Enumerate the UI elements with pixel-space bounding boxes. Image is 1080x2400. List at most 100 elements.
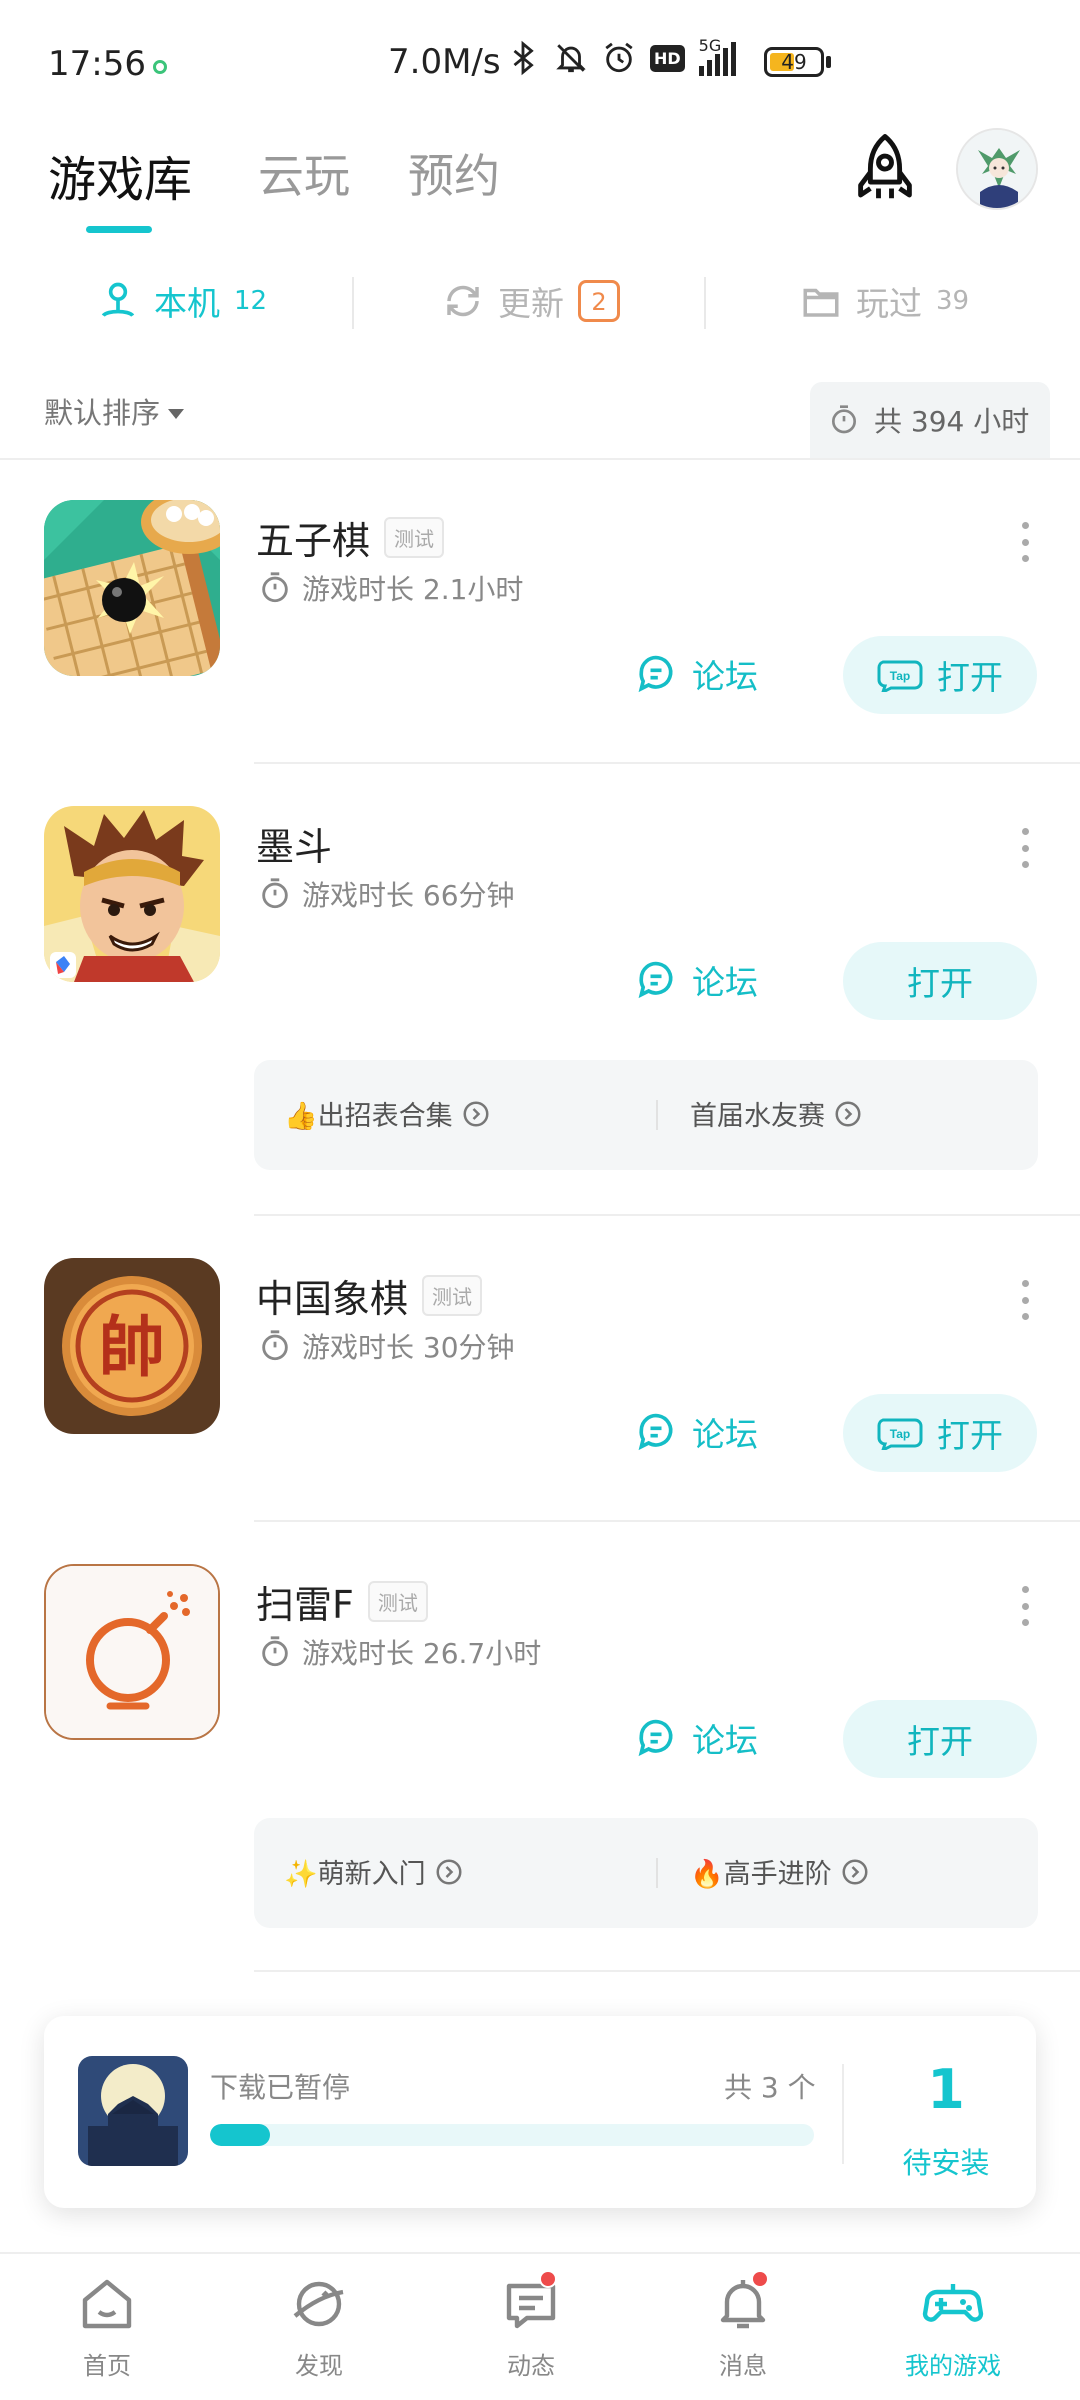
download-progress-fill <box>210 2124 271 2146</box>
nav-my-games[interactable]: 我的游戏 <box>878 2272 1028 2381</box>
nav-home[interactable]: 首页 <box>32 2272 182 2381</box>
chevron-right-circle-icon <box>835 1101 861 1126</box>
strategy-link[interactable]: 👍出招表合集 <box>284 1094 491 1133</box>
alarm-icon <box>605 42 633 73</box>
nav-feed[interactable]: 动态 <box>456 2270 606 2381</box>
open-button[interactable]: 打开 <box>843 942 1037 1020</box>
game-icon-modou[interactable] <box>44 806 220 982</box>
subtab-local[interactable]: 本机 12 <box>96 277 267 325</box>
game-icon-gomoku[interactable] <box>44 500 220 676</box>
nav-discover[interactable]: 发现 <box>244 2272 394 2381</box>
chevron-down-icon <box>168 409 185 419</box>
strategy-link[interactable]: 首届水友赛 <box>690 1094 863 1133</box>
bottom-navigation: 首页 发现 动态 消息 我的游戏 <box>0 2252 1080 2400</box>
svg-text:Tap: Tap <box>890 669 910 683</box>
signal-icon: 5G <box>698 36 736 76</box>
test-tag: 测试 <box>384 517 445 558</box>
more-options-icon[interactable] <box>1020 828 1030 868</box>
svg-text:帥: 帥 <box>99 1309 165 1386</box>
stopwatch-icon <box>262 1636 288 1667</box>
tap-logo-icon: Tap <box>877 660 923 692</box>
game-playtime: 游戏时长 30分钟 <box>258 1326 515 1366</box>
subtab-played[interactable]: 玩过 39 <box>800 277 969 325</box>
tab-active-indicator <box>86 226 152 233</box>
pending-install-count[interactable]: 1 <box>856 2058 1036 2121</box>
forum-button[interactable]: 论坛 <box>634 650 758 698</box>
game-title: 墨斗 <box>256 825 333 869</box>
forum-icon <box>638 1413 673 1451</box>
forum-icon <box>638 655 673 693</box>
status-icons: HD 5G <box>506 36 736 76</box>
open-button[interactable]: 打开 <box>843 1700 1037 1778</box>
open-button[interactable]: Tap 打开 <box>843 636 1037 714</box>
stopwatch-icon <box>832 405 856 434</box>
more-options-icon[interactable] <box>1020 522 1030 562</box>
chevron-right-circle-icon <box>436 1859 462 1884</box>
chevron-right-circle-icon <box>463 1101 489 1126</box>
total-playtime-text: 共 394 小时 <box>874 405 1030 438</box>
forum-icon <box>638 961 673 999</box>
more-options-icon[interactable] <box>1020 1280 1030 1320</box>
discover-icon <box>293 2281 344 2327</box>
strategy-link[interactable]: ✨萌新入门 <box>284 1852 464 1891</box>
sort-dropdown[interactable]: 默认排序 <box>44 390 185 432</box>
status-indicator-icon <box>153 60 167 74</box>
total-playtime: 共 394 小时 <box>810 382 1050 458</box>
tab-reservation[interactable]: 预约 <box>408 140 500 206</box>
game-title: 扫雷F 测试 <box>256 1574 428 1629</box>
subtab-played-label: 玩过 <box>856 284 922 323</box>
subtab-played-count: 39 <box>936 286 970 316</box>
game-playtime: 游戏时长 26.7小时 <box>258 1632 541 1672</box>
open-button[interactable]: Tap 打开 <box>843 1394 1037 1472</box>
forum-button[interactable]: 论坛 <box>634 1408 758 1456</box>
hd-icon: HD <box>650 44 685 72</box>
notification-dot <box>539 2270 557 2288</box>
forum-button[interactable]: 论坛 <box>634 1714 758 1762</box>
sort-label: 默认排序 <box>44 396 161 430</box>
test-tag: 测试 <box>422 1275 483 1316</box>
notification-dot <box>751 2270 769 2288</box>
subtab-local-count: 12 <box>234 286 268 316</box>
home-icon <box>82 2279 132 2329</box>
download-count: 共 3 个 <box>724 2071 816 2104</box>
avatar-image <box>958 130 1036 208</box>
avatar[interactable] <box>956 128 1038 210</box>
test-tag: 测试 <box>367 1581 428 1622</box>
mute-bell-icon <box>556 44 586 73</box>
tab-game-library[interactable]: 游戏库 <box>48 140 192 210</box>
update-count-badge: 2 <box>578 280 620 322</box>
network-type: 5G <box>698 36 722 55</box>
status-bar: 17:56 7.0M/s HD 5G 49 <box>0 0 1080 120</box>
download-manager-card[interactable]: 下载已暂停 共 3 个 1 待安装 <box>44 2016 1036 2208</box>
refresh-icon <box>447 285 479 317</box>
subtab-update-label: 更新 <box>498 284 564 323</box>
gamepad-icon <box>922 2284 984 2322</box>
stopwatch-icon <box>262 572 288 603</box>
game-icon-chinese-chess[interactable]: 帥 <box>44 1258 220 1434</box>
strategy-links: ✨萌新入门 🔥高手进阶 <box>254 1818 1038 1928</box>
library-subtabs: 本机 12 更新 2 玩过 39 <box>0 265 1080 345</box>
stopwatch-icon <box>262 1330 288 1361</box>
game-title: 五子棋 测试 <box>256 510 445 565</box>
bluetooth-icon <box>513 40 534 76</box>
status-time: 17:56 <box>48 44 146 84</box>
game-title: 中国象棋 测试 <box>256 1268 483 1323</box>
rocket-icon[interactable] <box>846 130 924 208</box>
download-game-thumbnail <box>78 2056 188 2166</box>
subtab-update[interactable]: 更新 2 <box>442 277 620 325</box>
nav-messages[interactable]: 消息 <box>668 2270 818 2381</box>
battery-level: 49 <box>781 50 807 74</box>
more-options-icon[interactable] <box>1020 1586 1030 1626</box>
forum-button[interactable]: 论坛 <box>634 956 758 1004</box>
stopwatch-icon <box>262 878 288 909</box>
chevron-right-circle-icon <box>842 1859 868 1884</box>
network-speed: 7.0M/s <box>388 42 501 82</box>
tab-cloud-play[interactable]: 云玩 <box>258 140 350 206</box>
tap-logo-icon: Tap <box>877 1418 923 1450</box>
strategy-links: 👍出招表合集 首届水友赛 <box>254 1060 1038 1170</box>
game-icon-minesweeper[interactable] <box>44 1564 220 1740</box>
strategy-link[interactable]: 🔥高手进阶 <box>690 1852 870 1891</box>
download-progress-bar <box>210 2124 814 2146</box>
location-pin-icon <box>101 282 135 318</box>
pending-install-label[interactable]: 待安装 <box>856 2140 1036 2182</box>
